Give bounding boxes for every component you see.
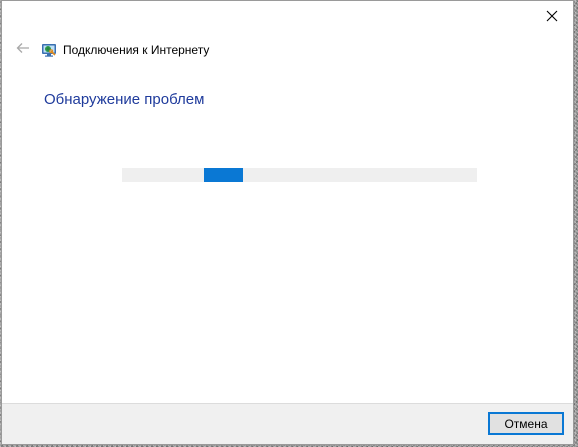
- back-arrow-icon: [16, 41, 30, 59]
- network-troubleshooter-icon: [41, 42, 57, 58]
- window-title: Подключения к Интернету: [63, 43, 210, 57]
- progress-bar: [122, 168, 477, 182]
- footer-bar: Отмена: [2, 403, 573, 444]
- close-icon: [546, 9, 558, 27]
- back-button[interactable]: [12, 39, 34, 61]
- cancel-button[interactable]: Отмена: [488, 412, 564, 435]
- troubleshooter-window: Подключения к Интернету Обнаружение проб…: [1, 0, 574, 445]
- close-button[interactable]: [539, 7, 565, 29]
- progress-indicator: [204, 168, 243, 182]
- page-heading: Обнаружение проблем: [44, 91, 205, 108]
- window-header: Подключения к Интернету: [12, 39, 209, 61]
